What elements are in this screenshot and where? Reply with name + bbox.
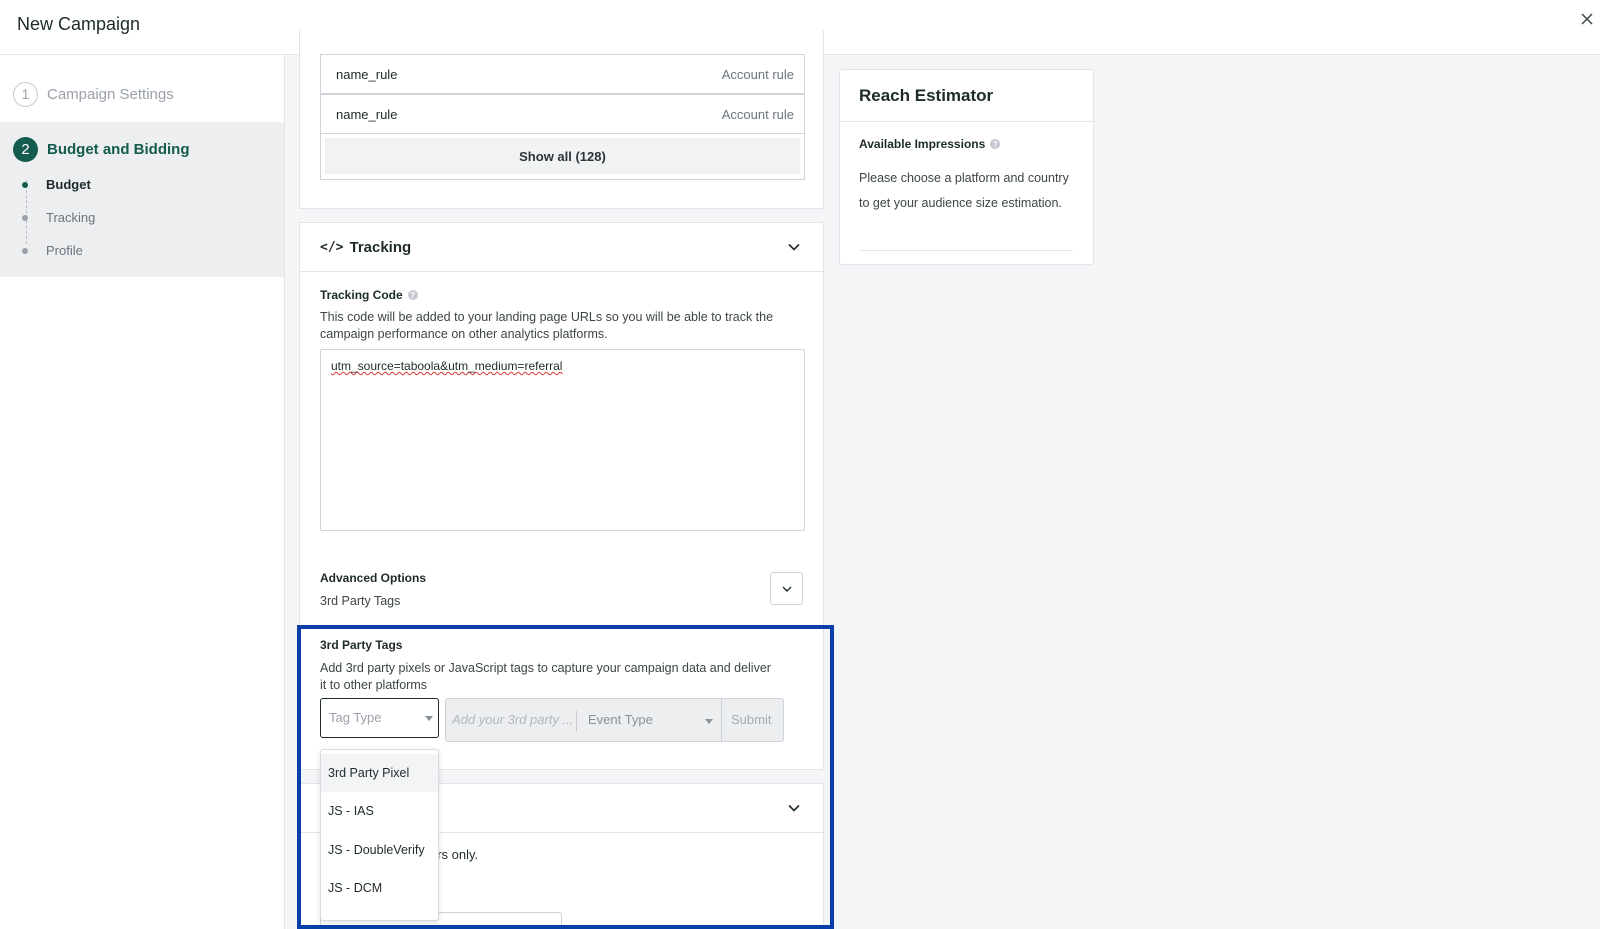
substep-dot [22,247,28,254]
chevron-down-icon [782,586,792,592]
available-impressions-label-text: Available Impressions [859,137,986,151]
tracking-code-value: utm_source=taboola&utm_medium=referral [331,359,563,373]
tracking-header[interactable]: </> Tracking [300,223,823,272]
rule-type: Account rule [721,106,794,122]
rule-row[interactable]: name_rule Account rule [320,54,805,94]
advanced-options-label: Advanced Options [320,571,427,585]
reach-estimator-title: Reach Estimator [840,70,1093,122]
substep-profile[interactable]: Profile [22,243,83,258]
tag-type-dropdown: 3rd Party Pixel JS - IAS JS - DoubleVeri… [320,749,439,921]
step-label: Budget and Bidding [47,141,190,158]
available-impressions-text: Please choose a platform and country to … [859,171,1069,210]
substep-dot [22,214,28,221]
rule-name: name_rule [336,106,398,122]
substep-budget[interactable]: Budget [22,177,91,192]
rule-name: name_rule [336,66,398,82]
show-all-container: Show all (128) [320,134,805,180]
step-campaign-settings[interactable]: 1 Campaign Settings [13,81,174,107]
step-budget-and-bidding[interactable]: 2 Budget and Bidding [13,137,189,162]
close-icon[interactable] [1578,10,1596,28]
rule-row[interactable]: name_rule Account rule [320,94,805,134]
help-icon[interactable]: ? [990,139,1001,149]
chevron-down-icon[interactable] [787,240,801,254]
page-title: New Campaign [17,14,141,34]
tracking-title: Tracking [349,238,412,256]
rule-type: Account rule [721,66,794,82]
substep-label: Budget [46,177,91,192]
rules-card: name_rule Account rule name_rule Account… [299,30,824,209]
step-number: 1 [13,81,38,107]
show-all-button[interactable]: Show all (128) [325,138,800,174]
help-icon[interactable]: ? [407,290,418,300]
dropdown-option[interactable]: 3rd Party Pixel [321,754,438,792]
substep-tracking[interactable]: Tracking [22,210,95,225]
dropdown-option[interactable]: JS - DCM [321,869,438,907]
advanced-options-toggle[interactable] [770,572,803,605]
dropdown-option[interactable]: JS - DoubleVerify [321,831,438,869]
reach-estimator-card: Reach Estimator Available Impressions ? … [839,69,1094,265]
available-impressions-label: Available Impressions ? [859,137,1001,151]
tracking-code-description: This code will be added to your landing … [320,310,774,341]
advanced-options-subtitle: 3rd Party Tags [320,594,401,608]
substep-label: Tracking [46,210,96,225]
code-icon: </> [320,239,344,255]
tracking-code-textarea[interactable]: utm_source=taboola&utm_medium=referral [320,349,805,531]
divider [859,250,1073,251]
substep-label: Profile [46,243,83,258]
step-number: 2 [13,137,38,162]
tracking-code-label: Tracking Code ? [320,288,418,302]
dropdown-option[interactable]: JS - IAS [321,792,438,830]
step-label: Campaign Settings [47,85,174,103]
sidebar: 1 Campaign Settings 2 Budget and Bidding… [0,55,285,929]
tracking-code-label-text: Tracking Code [320,288,403,302]
substep-dot [22,181,28,188]
